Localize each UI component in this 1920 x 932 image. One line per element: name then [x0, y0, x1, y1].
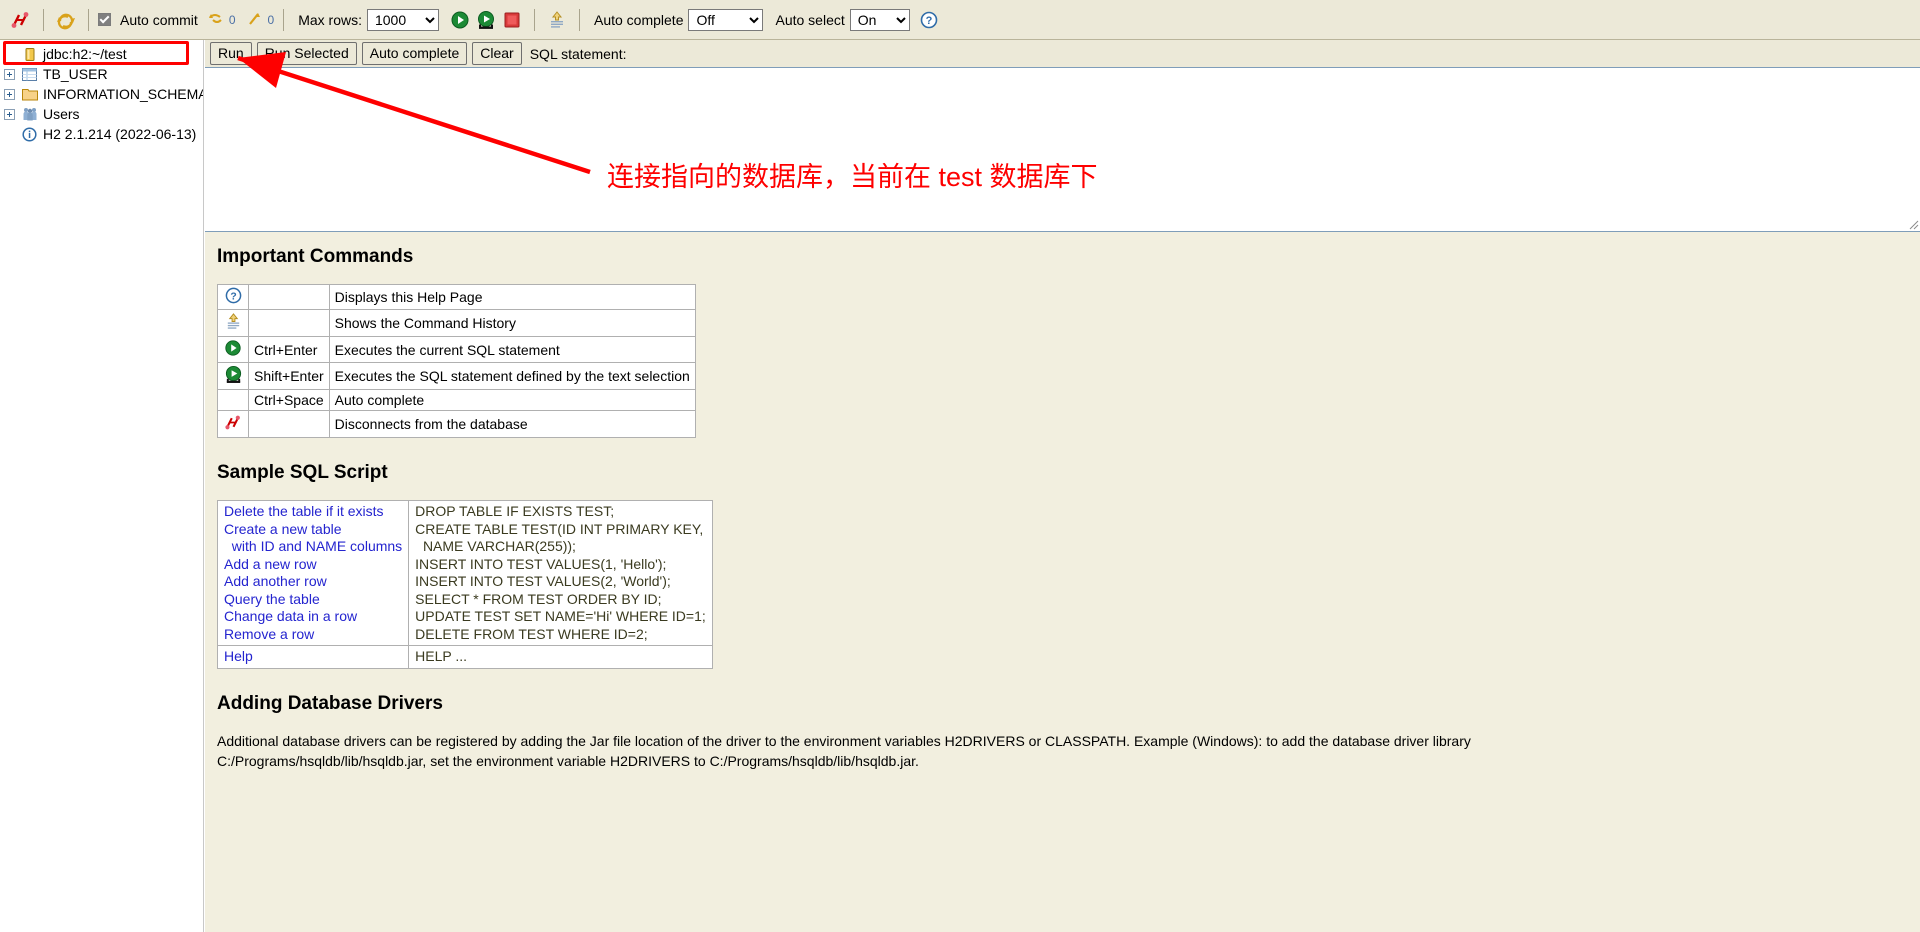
- adding-drivers-title: Adding Database Drivers: [217, 692, 443, 714]
- run-button[interactable]: Run: [210, 42, 252, 65]
- tree-item-users[interactable]: Users: [0, 104, 203, 124]
- sql-editor-input[interactable]: [205, 68, 1920, 231]
- help-documentation: Important Commands ? Displays this Help P…: [205, 232, 1920, 932]
- tree-item-label: TB_USER: [43, 66, 108, 82]
- command-description: Executes the current SQL statement: [328, 336, 696, 363]
- important-commands-table: ? Displays this Help Page Shows the Comman…: [217, 284, 696, 438]
- sql-run-toolbar: Run Run Selected Auto complete Clear SQL…: [205, 40, 1920, 67]
- run-selected-icon[interactable]: [217, 362, 249, 390]
- auto-commit-label: Auto commit: [120, 11, 198, 28]
- annotation-text: 连接指向的数据库，当前在 test 数据库下: [607, 162, 1098, 192]
- command-description: Displays this Help Page: [328, 284, 696, 310]
- auto-select-select[interactable]: On: [849, 8, 910, 31]
- table-row: Shows the Command History: [217, 309, 696, 337]
- sql-statement-label: SQL statement:: [529, 45, 627, 62]
- shortcut-key: [248, 309, 330, 337]
- toolbar-separator: [43, 8, 44, 31]
- shortcut-key: [248, 284, 330, 310]
- svg-text:?: ?: [230, 291, 236, 302]
- database-tree-panel: jdbc:h2:~/test TB_USER INFORMATION_SCHEM…: [0, 40, 204, 932]
- disconnect-icon[interactable]: [8, 7, 34, 33]
- shortcut-key: Shift+Enter: [248, 362, 330, 390]
- clear-button[interactable]: Clear: [472, 42, 522, 65]
- sample-sql-tbody: Delete the table if it exists Create a n…: [216, 500, 713, 669]
- sample-sql-table: Delete the table if it exists Create a n…: [216, 500, 713, 669]
- tree-item-information-schema[interactable]: INFORMATION_SCHEMA: [0, 84, 203, 104]
- commit-icon[interactable]: [203, 7, 229, 33]
- tree-item-label: Users: [43, 106, 80, 122]
- toolbar-separator: [283, 8, 285, 31]
- svg-text:?: ?: [925, 15, 932, 27]
- auto-commit-checkbox[interactable]: [98, 13, 111, 26]
- run-selected-icon[interactable]: [473, 7, 499, 33]
- resize-grip-icon[interactable]: [1906, 217, 1919, 230]
- max-rows-select[interactable]: 1000: [366, 8, 439, 31]
- command-description: Disconnects from the database: [328, 410, 696, 438]
- important-commands-tbody: ? Displays this Help Page Shows the Comman…: [217, 284, 696, 438]
- table-row: Ctrl+Enter Executes the current SQL state…: [217, 336, 696, 363]
- auto-complete-select[interactable]: Off: [688, 8, 764, 31]
- sample-sql-help-description: Help: [216, 645, 410, 669]
- command-description: Auto complete: [328, 389, 696, 411]
- table-row: Disconnects from the database: [217, 410, 696, 438]
- expand-icon[interactable]: [4, 108, 15, 120]
- tree-item-label: INFORMATION_SCHEMA: [43, 86, 204, 102]
- command-description: Shows the Command History: [328, 309, 696, 337]
- expand-icon[interactable]: [4, 68, 15, 80]
- sql-editor-container: [205, 67, 1920, 232]
- table-row: Shift+Enter Executes the SQL statement de…: [217, 362, 696, 390]
- tree-item-label: H2 2.1.214 (2022-06-13): [43, 126, 197, 142]
- table-row: Help HELP ...: [216, 645, 713, 669]
- users-icon: [21, 106, 38, 122]
- disconnect-icon[interactable]: [217, 410, 249, 438]
- adding-drivers-paragraph: Additional database drivers can be regis…: [217, 732, 1471, 769]
- run-selected-button[interactable]: Run Selected: [256, 42, 357, 65]
- table-icon: [21, 66, 38, 82]
- help-icon[interactable]: ?: [217, 284, 249, 310]
- table-row: Ctrl+Space Auto complete: [217, 389, 696, 411]
- folder-icon: [21, 86, 38, 102]
- auto-complete-label: Auto complete: [593, 11, 684, 28]
- run-icon[interactable]: [217, 336, 249, 363]
- rollback-count: 0: [267, 12, 275, 27]
- refresh-icon[interactable]: [53, 7, 79, 33]
- database-icon: [21, 46, 38, 62]
- shortcut-key: Ctrl+Enter: [248, 336, 330, 363]
- sample-sql-title: Sample SQL Script: [217, 462, 388, 483]
- rollback-icon[interactable]: [242, 7, 268, 33]
- tree-item-connection[interactable]: jdbc:h2:~/test: [0, 44, 203, 64]
- tree-item-version: H2 2.1.214 (2022-06-13): [0, 124, 203, 144]
- auto-complete-button[interactable]: Auto complete: [361, 42, 468, 65]
- sample-sql-statements: DROP TABLE IF EXISTS TEST; CREATE TABLE …: [408, 500, 713, 646]
- toolbar-separator: [88, 8, 89, 31]
- stop-icon[interactable]: [499, 7, 525, 33]
- max-rows-label: Max rows:: [298, 11, 362, 28]
- shortcut-key: Ctrl+Space: [248, 389, 330, 411]
- important-commands-title: Important Commands: [217, 246, 414, 267]
- history-icon[interactable]: [544, 7, 570, 33]
- history-icon[interactable]: [217, 309, 249, 337]
- shortcut-key: [248, 410, 330, 438]
- empty-icon-cell: [217, 389, 249, 411]
- command-description: Executes the SQL statement defined by th…: [328, 362, 696, 390]
- help-icon[interactable]: ?: [916, 7, 942, 33]
- expand-icon[interactable]: [4, 88, 15, 100]
- table-row: Delete the table if it exists Create a n…: [216, 500, 713, 646]
- tree-item-tb-user[interactable]: TB_USER: [0, 64, 203, 84]
- main-toolbar: Auto commit 0 0 Max rows: 1000 Auto comp…: [0, 0, 1920, 40]
- tree-item-label: jdbc:h2:~/test: [43, 46, 127, 62]
- sample-sql-descriptions: Delete the table if it exists Create a n…: [216, 500, 410, 646]
- commit-count: 0: [228, 12, 236, 27]
- info-icon: [21, 126, 38, 142]
- table-row: ? Displays this Help Page: [217, 284, 696, 310]
- auto-select-label: Auto select: [775, 11, 845, 28]
- run-icon[interactable]: [447, 7, 473, 33]
- sample-sql-help-statement: HELP ...: [408, 645, 713, 669]
- toolbar-separator: [533, 8, 535, 31]
- toolbar-separator: [578, 8, 580, 31]
